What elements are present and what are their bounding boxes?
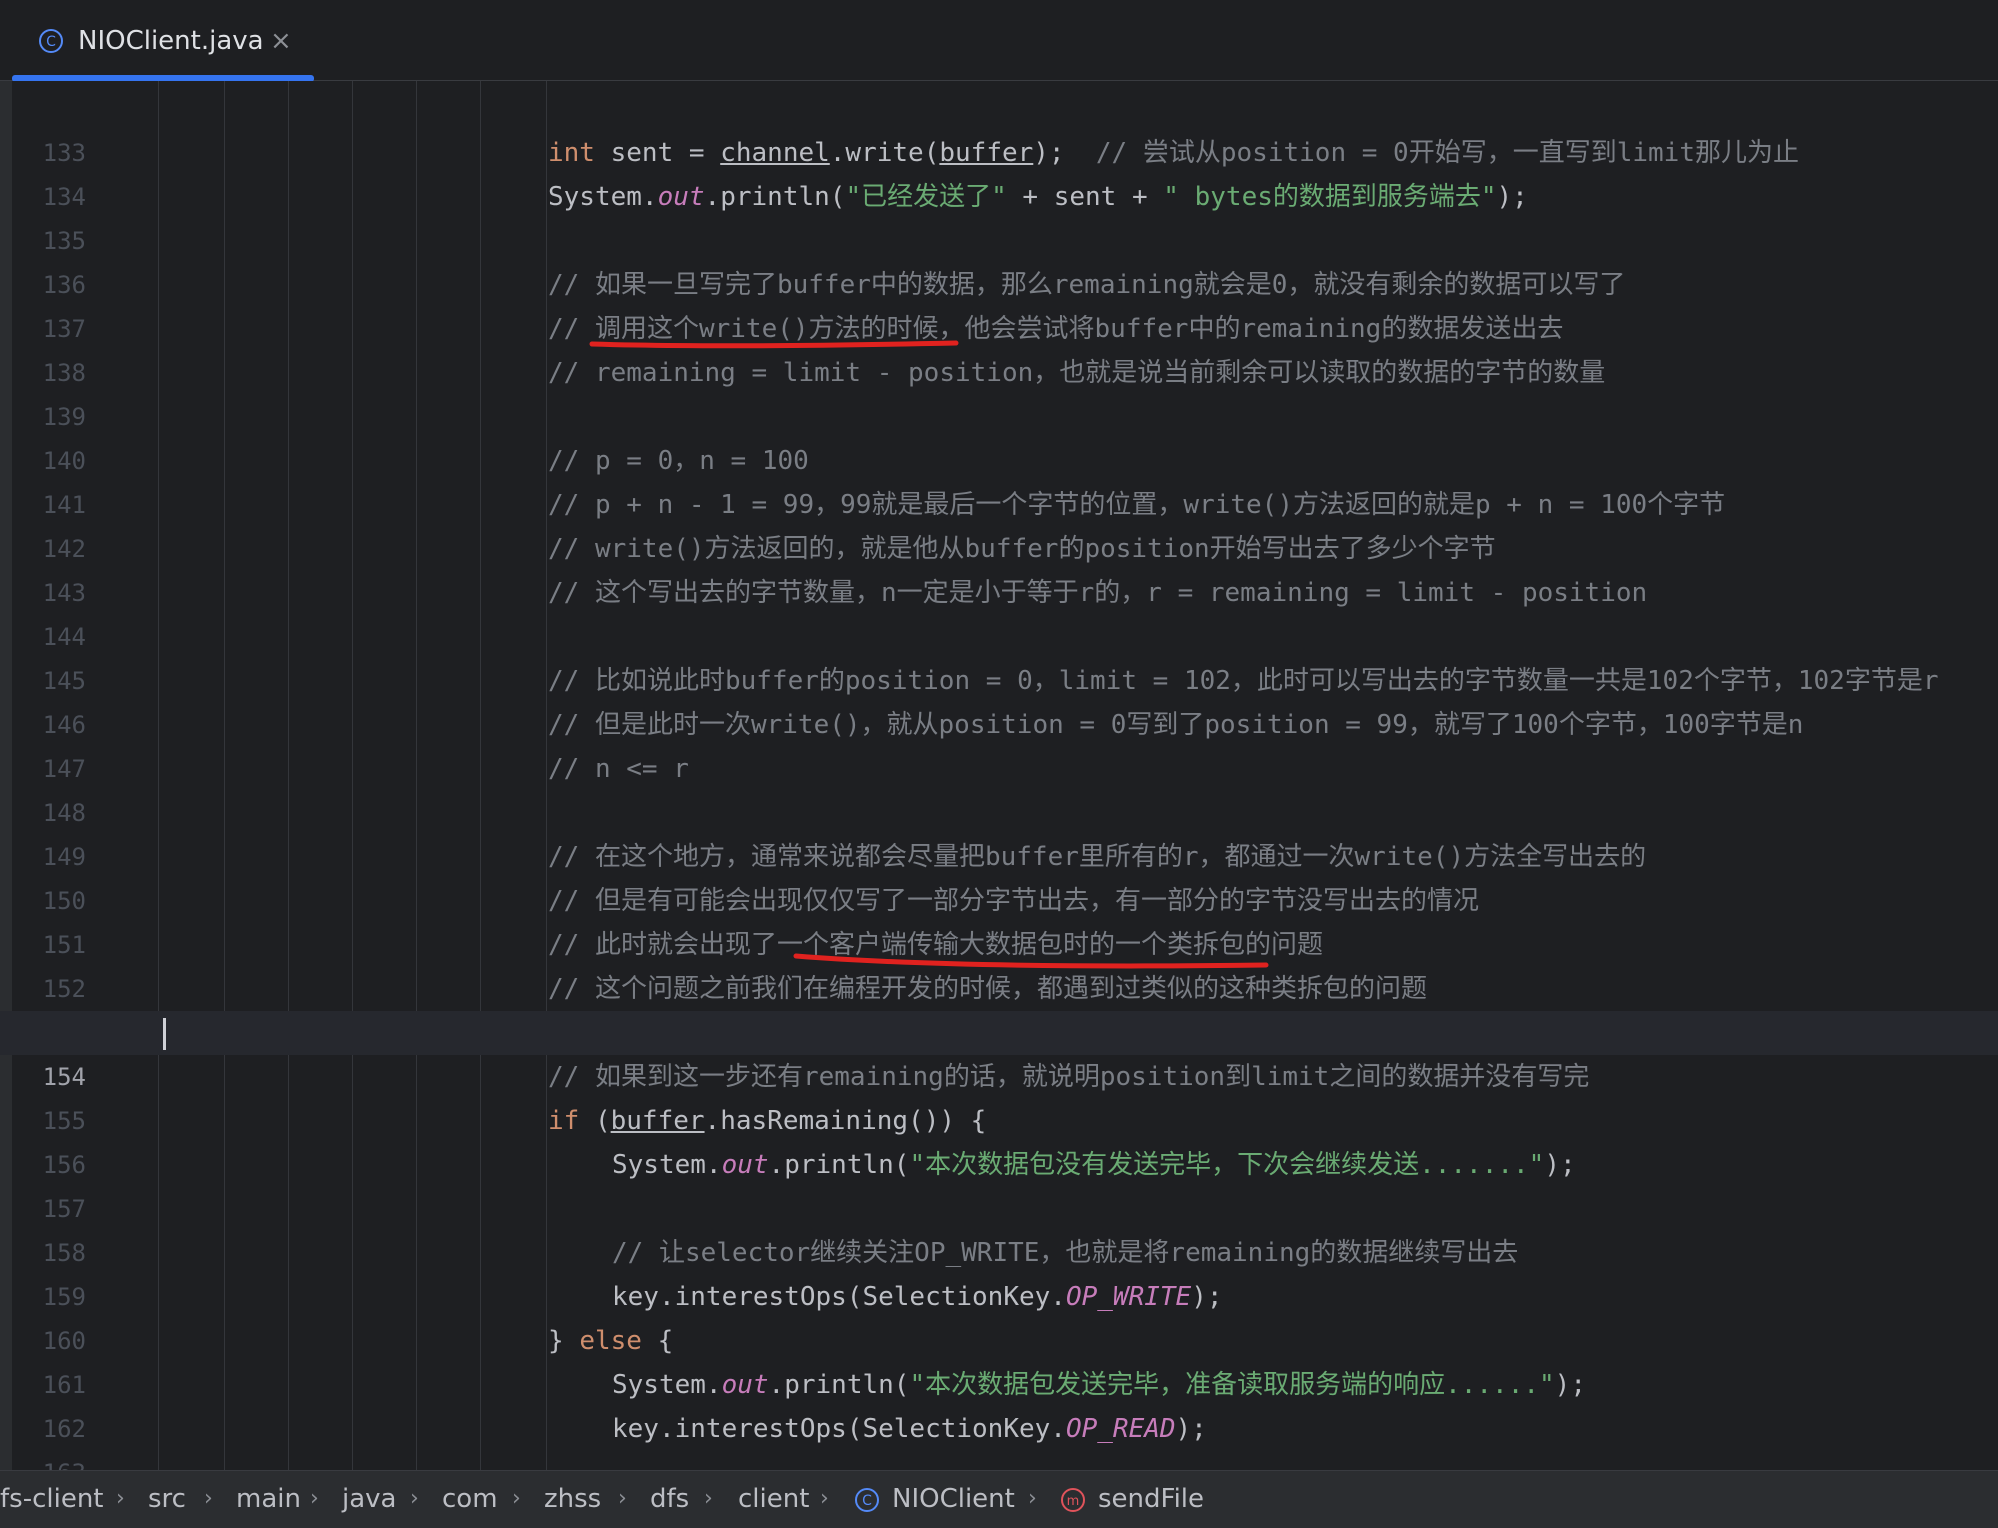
breadcrumb-item-method[interactable]: sendFile (1098, 1481, 1204, 1517)
code-line: 150 // 在这个地方，通常来说都会尽量把buffer里所有的r，都通过一次w… (0, 835, 1998, 915)
code-line: 156 if (buffer.hasRemaining()) { (0, 1099, 1998, 1179)
code-comment: // p + n - 1 = 99，99就是最后一个字节的位置，write()方… (548, 490, 1726, 520)
code-comment: // 比如说此时buffer的position = 0，limit = 102，… (548, 666, 1939, 696)
code-comment: // 这个写出去的字节数量，n一定是小于等于r的，r = remaining =… (548, 578, 1648, 608)
breadcrumb-item[interactable]: zhss (544, 1481, 601, 1517)
chevron-right-icon: › (618, 1486, 627, 1511)
breadcrumb-item-class[interactable]: NIOClient (892, 1481, 1015, 1517)
code-text: System.out.println("本次数据包发送完毕，准备读取服务端的响应… (612, 1370, 1586, 1400)
code-editor[interactable]: 133 134 int sent = channel.write(buffer)… (0, 81, 1998, 1470)
code-text: System.out.println("本次数据包没有发送完毕，下次会继续发送.… (612, 1150, 1576, 1180)
code-text: key.interestOps(SelectionKey.OP_WRITE); (612, 1282, 1223, 1312)
code-comment: // 如果到这一步还有remaining的话，就说明position到limit… (548, 1062, 1590, 1092)
code-comment: // p = 0，n = 100 (548, 446, 809, 476)
code-comment: // remaining = limit - position，也就是说当前剩余… (548, 358, 1606, 388)
code-line: 163 key.interestOps(SelectionKey.OP_READ… (0, 1407, 1998, 1470)
breadcrumb: fs-client › src › main › java › com › zh… (0, 1470, 1998, 1528)
code-text: key.interestOps(SelectionKey.OP_READ); (612, 1414, 1207, 1444)
chevron-right-icon: › (310, 1486, 319, 1511)
ide-window: C NIOClient.java × 133 134 int sent = ch… (0, 0, 1998, 1528)
code-comment: // 如果一旦写完了buffer中的数据，那么remaining就会是0，就没有… (548, 270, 1626, 300)
text-caret (163, 1018, 166, 1050)
breadcrumb-item[interactable]: dfs (650, 1481, 689, 1517)
code-line: 146 // 比如说此时buffer的position = 0，limit = … (0, 659, 1998, 739)
current-line: 154 (0, 1011, 1998, 1091)
method-icon: m (1061, 1488, 1085, 1512)
code-comment: // 此时就会出现了一个客户端传输大数据包时的一个类拆包的问题 (548, 930, 1323, 960)
code-line: 152 // 此时就会出现了一个客户端传输大数据包时的一个类拆包的问题 (0, 923, 1998, 1003)
code-text: int sent = channel.write(buffer); // 尝试从… (548, 138, 1799, 168)
code-line: 139 // remaining = limit - position，也就是说… (0, 351, 1998, 431)
code-line: 134 int sent = channel.write(buffer); //… (0, 131, 1998, 211)
chevron-right-icon: › (410, 1486, 419, 1511)
code-comment: // 在这个地方，通常来说都会尽量把buffer里所有的r，都通过一次write… (548, 842, 1647, 872)
chevron-right-icon: › (1028, 1486, 1037, 1511)
code-comment: // 但是此时一次write()，就从position = 0写到了positi… (548, 710, 1804, 740)
editor-tab-bar: C NIOClient.java × (0, 0, 1998, 82)
tab-title: NIOClient.java (78, 26, 264, 56)
chevron-right-icon: › (116, 1486, 125, 1511)
code-lines: 133 134 int sent = channel.write(buffer)… (0, 87, 1998, 1470)
svg-text:C: C (46, 34, 56, 50)
chevron-right-icon: › (204, 1486, 213, 1511)
code-comment: // 调用这个write()方法的时候，他会尝试将buffer中的remaini… (548, 314, 1564, 344)
code-comment: // 这个问题之前我们在编程开发的时候，都遇到过类似的这种类拆包的问题 (548, 974, 1427, 1004)
code-line: 137 // 如果一旦写完了buffer中的数据，那么remaining就会是0… (0, 263, 1998, 343)
code-line: 162 System.out.println("本次数据包发送完毕，准备读取服务… (0, 1363, 1998, 1443)
code-text: if (buffer.hasRemaining()) { (548, 1106, 987, 1136)
code-comment: // write()方法返回的，就是他从buffer的position开始写出去… (548, 534, 1496, 564)
tab-nioclient[interactable]: C NIOClient.java × (12, 0, 314, 82)
code-comment: // 但是有可能会出现仅仅写了一部分字节出去，有一部分的字节没写出去的情况 (548, 886, 1479, 916)
code-line: 145 (0, 615, 1998, 695)
breadcrumb-item[interactable]: java (342, 1481, 396, 1517)
code-line: 144 // 这个写出去的字节数量，n一定是小于等于r的，r = remaini… (0, 571, 1998, 651)
code-line: 161 } else { (0, 1319, 1998, 1399)
code-line: 148 // n <= r (0, 747, 1998, 827)
chevron-right-icon: › (820, 1486, 829, 1511)
svg-text:C: C (862, 1493, 872, 1509)
code-line: 149 (0, 791, 1998, 871)
code-line: 138 // 调用这个write()方法的时候，他会尝试将buffer中的rem… (0, 307, 1998, 387)
code-line: 157 System.out.println("本次数据包没有发送完毕，下次会继… (0, 1143, 1998, 1223)
breadcrumb-item[interactable]: client (738, 1481, 809, 1517)
class-icon: C (39, 29, 63, 53)
code-text: System.out.println("已经发送了" + sent + " by… (548, 182, 1528, 212)
breadcrumb-item[interactable]: src (148, 1481, 186, 1517)
close-icon[interactable]: × (270, 22, 292, 60)
code-line: 141 // p = 0，n = 100 (0, 439, 1998, 519)
code-line: 151 // 但是有可能会出现仅仅写了一部分字节出去，有一部分的字节没写出去的情… (0, 879, 1998, 959)
code-line: 133 (0, 87, 1998, 167)
code-line: 153 // 这个问题之前我们在编程开发的时候，都遇到过类似的这种类拆包的问题 (0, 967, 1998, 1047)
code-line: 158 (0, 1187, 1998, 1267)
chevron-right-icon: › (512, 1486, 521, 1511)
chevron-right-icon: › (704, 1486, 713, 1511)
code-comment: // 尝试从position = 0开始写，一直写到limit那儿为止 (1095, 138, 1799, 168)
code-line: 143 // write()方法返回的，就是他从buffer的position开… (0, 527, 1998, 607)
code-line: 140 (0, 395, 1998, 475)
code-text: } else { (548, 1326, 674, 1356)
line-number: 163 (12, 1451, 86, 1470)
code-line: 142 // p + n - 1 = 99，99就是最后一个字节的位置，writ… (0, 483, 1998, 563)
breadcrumb-item[interactable]: com (442, 1481, 498, 1517)
code-line: 155 // 如果到这一步还有remaining的话，就说明position到l… (0, 1055, 1998, 1135)
code-line: 147 // 但是此时一次write()，就从position = 0写到了po… (0, 703, 1998, 783)
code-comment: // n <= r (548, 754, 689, 784)
code-line: 135 System.out.println("已经发送了" + sent + … (0, 175, 1998, 255)
breadcrumb-item[interactable]: fs-client (0, 1481, 104, 1517)
class-icon: C (855, 1488, 879, 1512)
breadcrumb-item[interactable]: main (236, 1481, 301, 1517)
code-line: 159 // 让selector继续关注OP_WRITE，也就是将remaini… (0, 1231, 1998, 1311)
code-line: 136 (0, 219, 1998, 299)
code-line: 160 key.interestOps(SelectionKey.OP_WRIT… (0, 1275, 1998, 1355)
code-comment: // 让selector继续关注OP_WRITE，也就是将remaining的数… (612, 1238, 1519, 1268)
svg-text:m: m (1067, 1494, 1080, 1509)
